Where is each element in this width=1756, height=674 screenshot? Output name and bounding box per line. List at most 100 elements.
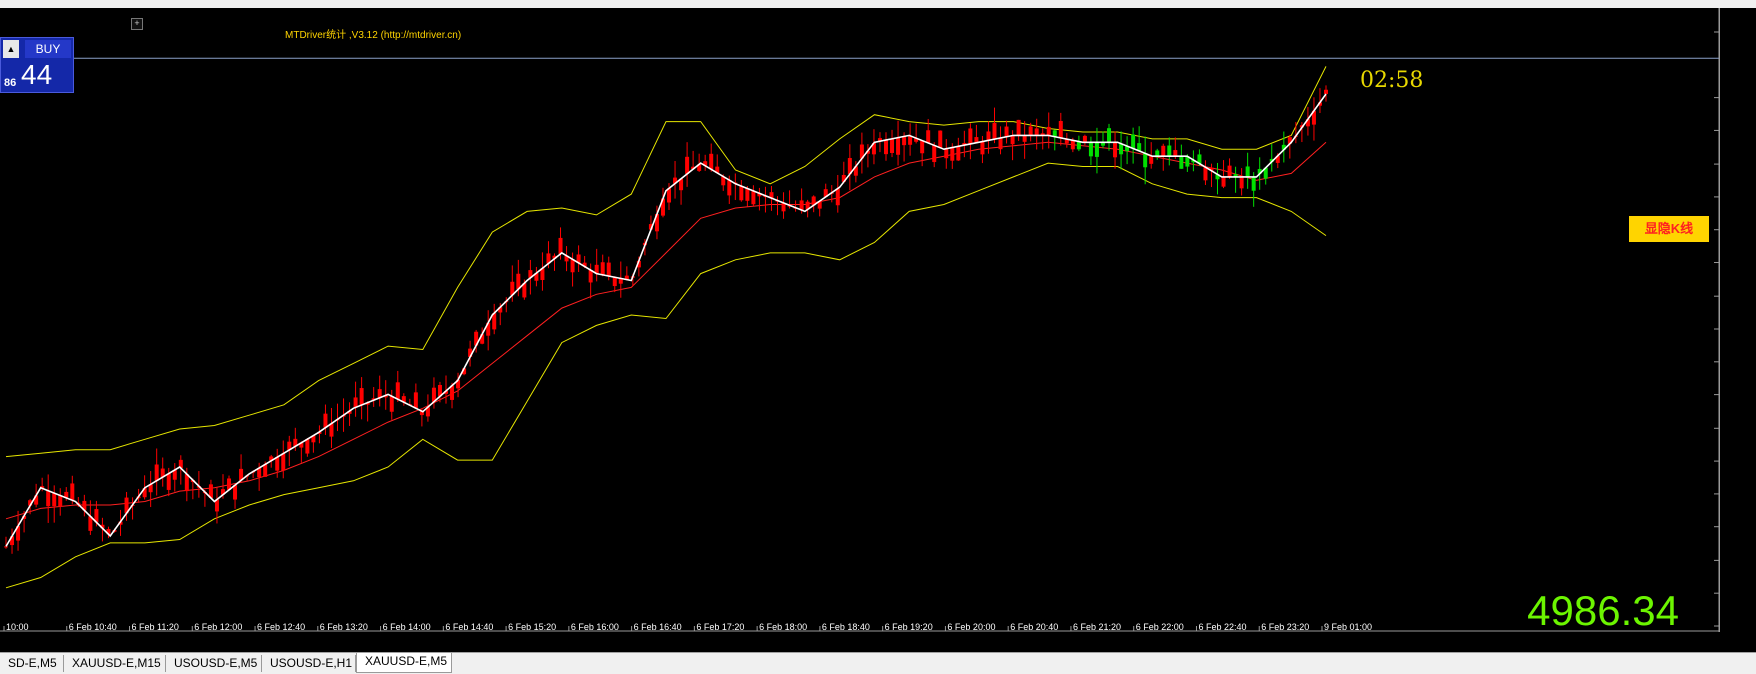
time-axis-tick-label: 6 Feb 17:20 [696,622,744,632]
candle-body [558,237,563,254]
time-axis-tick-label: 6 Feb 11:20 [132,622,179,632]
candle-body [1119,143,1124,155]
candle-body [739,186,744,201]
candle-body [600,262,605,275]
candle-body [1167,145,1172,157]
buy-button[interactable]: BUY [25,40,71,58]
candle-body [1113,142,1118,158]
time-axis-tick-label: 6 Feb 10:40 [69,622,117,632]
chart-tab[interactable]: USOUSD-E,H1 [262,655,356,672]
candle-body [902,136,907,146]
candle-body [835,188,840,206]
candle-body [275,457,280,471]
candle-body [154,464,159,481]
candle-body [1058,120,1063,138]
candle-body [1022,135,1027,142]
candle-body [1143,153,1148,168]
candle-body [1161,145,1166,157]
chart-tab[interactable]: SD-E,M5 [0,655,64,672]
candle-body [938,130,943,148]
candle-body [1324,89,1328,94]
time-axis-tick-label: 6 Feb 19:20 [885,622,933,632]
candle-body [389,396,394,412]
candle-body [1082,135,1087,143]
indicator-expand-icon[interactable]: + [131,18,143,30]
candle-body [950,147,955,161]
candle-body [1239,176,1244,189]
candle-body [799,200,804,211]
candle-body [968,128,973,144]
time-axis-tick-label: 6 Feb 14:00 [383,622,431,632]
candle-body [1107,128,1112,143]
bollinger-upper-band [5,66,1327,458]
candle-body [980,141,985,155]
candle-body [920,140,925,154]
chart-tabs-bar: SD-E,M5 XAUUSD-E,M15 USOUSD-E,M5 USOUSD-E,H… [0,652,1756,674]
candle-body [992,123,997,140]
candle-body [1028,126,1033,136]
candle-body [745,188,750,201]
time-axis-tick-label: 10:00 [6,622,29,632]
candle-body [58,495,63,507]
candle-body [1245,166,1250,177]
candle-body [890,138,895,153]
candle-body [1251,176,1256,191]
time-axis-tick-label: 6 Feb 22:00 [1136,622,1184,632]
candle-body [727,180,732,196]
toggle-candles-button[interactable]: 显隐K线 [1629,216,1709,242]
chart-tab[interactable]: XAUUSD-E,M5 [356,653,452,673]
time-axis-tick-label: 6 Feb 20:00 [947,622,995,632]
candle-body [1221,176,1226,187]
candle-body [709,153,714,170]
candle-body [1088,142,1093,157]
time-axis-tick-label: 6 Feb 16:00 [571,622,619,632]
time-axis-tick-label: 6 Feb 22:40 [1198,622,1246,632]
candle-body [395,382,400,400]
candle-body [1179,156,1184,169]
time-axis-tick-label: 6 Feb 21:20 [1073,622,1121,632]
time-axis-tick-label: 6 Feb 23:20 [1261,622,1309,632]
candle-body [1046,126,1051,136]
time-axis-tick-label: 6 Feb 15:20 [508,622,556,632]
candle-body [329,423,334,437]
candle-body [986,131,991,141]
panel-collapse-icon[interactable]: ▲ [3,40,19,58]
candle-body [751,190,756,205]
chart-tab[interactable]: XAUUSD-E,M15 [64,655,166,672]
candle-body [359,388,364,405]
bollinger-lower-band [5,162,1327,589]
candle-body [570,259,575,273]
candle-body [1173,150,1178,157]
buy-price-pips: 44 [21,59,53,90]
candle-body [1227,165,1232,177]
candle-body [606,262,611,276]
candle-body [1203,167,1208,181]
time-axis-tick-label: 6 Feb 14:40 [445,622,493,632]
current-price-display: 4986.34 [1527,587,1679,634]
candle-body [1004,126,1009,137]
time-axis-tick-label: 6 Feb 12:00 [194,622,242,632]
candle-body [1010,135,1015,145]
time-axis-tick-label: 6 Feb 18:40 [822,622,870,632]
candle-body [353,397,358,408]
time-axis-tick-label: 6 Feb 12:40 [257,622,305,632]
bar-countdown-timer: 02:58 [1360,68,1424,93]
candle-body [588,270,593,283]
candle-body [612,277,617,287]
buy-price-prefix: 86 [4,77,17,89]
candle-body [685,156,690,174]
indicator-label-text: MTDriver统计 ,V3.12 (http://mtdriver.cn) [285,30,462,41]
chart-tab[interactable]: USOUSD-E,M5 [166,655,262,672]
price-chart[interactable]: 4993.954974.954965.454955.704946.204936.… [0,8,1720,632]
time-axis-tick-label: 6 Feb 13:20 [320,622,368,632]
candle-body [166,473,171,490]
candle-body [1131,134,1136,149]
slow-moving-average [5,141,1327,520]
time-axis-tick-label: 6 Feb 16:40 [634,622,682,632]
one-click-trading-panel[interactable]: ▲ BUY 86 44 [0,37,74,93]
chart-window[interactable]: 4993.954974.954965.454955.704946.204936.… [0,8,1720,634]
candle-body [1034,128,1039,136]
candle-body [46,490,51,507]
candle-body [323,413,328,428]
candle-body [932,145,937,163]
